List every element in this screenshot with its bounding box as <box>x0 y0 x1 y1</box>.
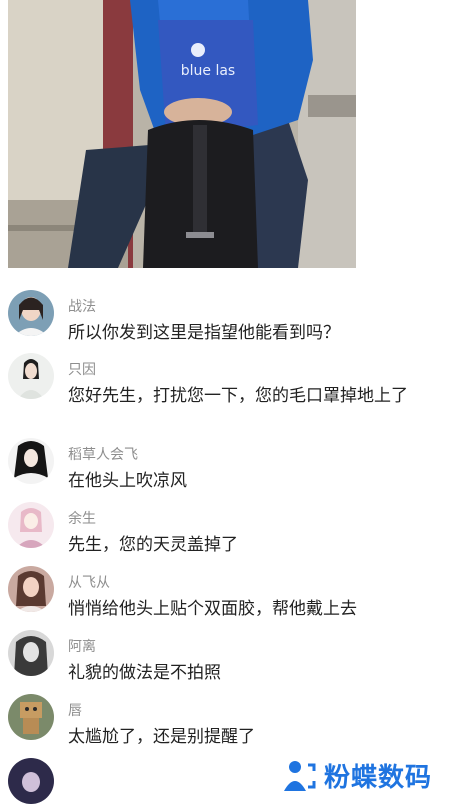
comment-username[interactable]: 唇 <box>68 700 82 720</box>
comment-username[interactable]: 只因 <box>68 359 96 379</box>
comment-text: 在他头上吹凉风 <box>68 471 187 491</box>
watermark-logo: 粉蝶数码 <box>275 755 436 796</box>
avatar[interactable] <box>8 438 54 484</box>
comment-item: 余生 先生，您的天灵盖掉了 <box>0 494 450 558</box>
comment-username[interactable]: 稻草人会飞 <box>68 444 138 464</box>
comment-item: 战法 所以你发到这里是指望他能看到吗？ <box>0 282 450 345</box>
comment-username[interactable]: 余生 <box>68 508 96 528</box>
comment-item: 从飞从 悄悄给他头上贴个双面胶，帮他戴上去 <box>0 558 450 622</box>
bag-print-text: blue las <box>181 63 235 79</box>
avatar[interactable] <box>8 758 54 804</box>
avatar[interactable] <box>8 353 54 399</box>
avatar[interactable] <box>8 566 54 612</box>
comment-text: 先生，您的天灵盖掉了 <box>68 535 238 555</box>
comment-item: 稻草人会飞 在他头上吹凉风 <box>0 430 450 494</box>
avatar[interactable] <box>8 630 54 676</box>
avatar[interactable] <box>8 290 54 336</box>
subway-photo-illustration: blue las <box>8 0 356 268</box>
comment-item: 唇 太尴尬了，还是别提醒了 <box>0 686 450 750</box>
comment-text: 悄悄给他头上贴个双面胶，帮他戴上去 <box>68 599 357 619</box>
comment-text: 礼貌的做法是不拍照 <box>68 663 221 683</box>
user-share-icon <box>283 760 316 791</box>
comment-text: 太尴尬了，还是别提醒了 <box>68 727 255 747</box>
comment-username[interactable]: 阿离 <box>68 636 96 656</box>
post-photo[interactable]: blue las <box>8 0 356 268</box>
comment-list: 战法 所以你发到这里是指望他能看到吗？ 只因 您好先生，打扰您一下，您的毛口罩掉… <box>0 282 450 804</box>
comment-item: 只因 您好先生，打扰您一下，您的毛口罩掉地上了 <box>0 345 450 430</box>
avatar[interactable] <box>8 694 54 740</box>
comment-username[interactable]: 战法 <box>68 296 96 316</box>
comment-text: 您好先生，打扰您一下，您的毛口罩掉地上了 <box>68 386 408 406</box>
comment-username[interactable]: 从飞从 <box>68 572 110 592</box>
avatar[interactable] <box>8 502 54 548</box>
comment-text: 所以你发到这里是指望他能看到吗？ <box>68 323 340 343</box>
watermark-text: 粉蝶数码 <box>323 763 432 793</box>
comment-item: 阿离 礼貌的做法是不拍照 <box>0 622 450 686</box>
